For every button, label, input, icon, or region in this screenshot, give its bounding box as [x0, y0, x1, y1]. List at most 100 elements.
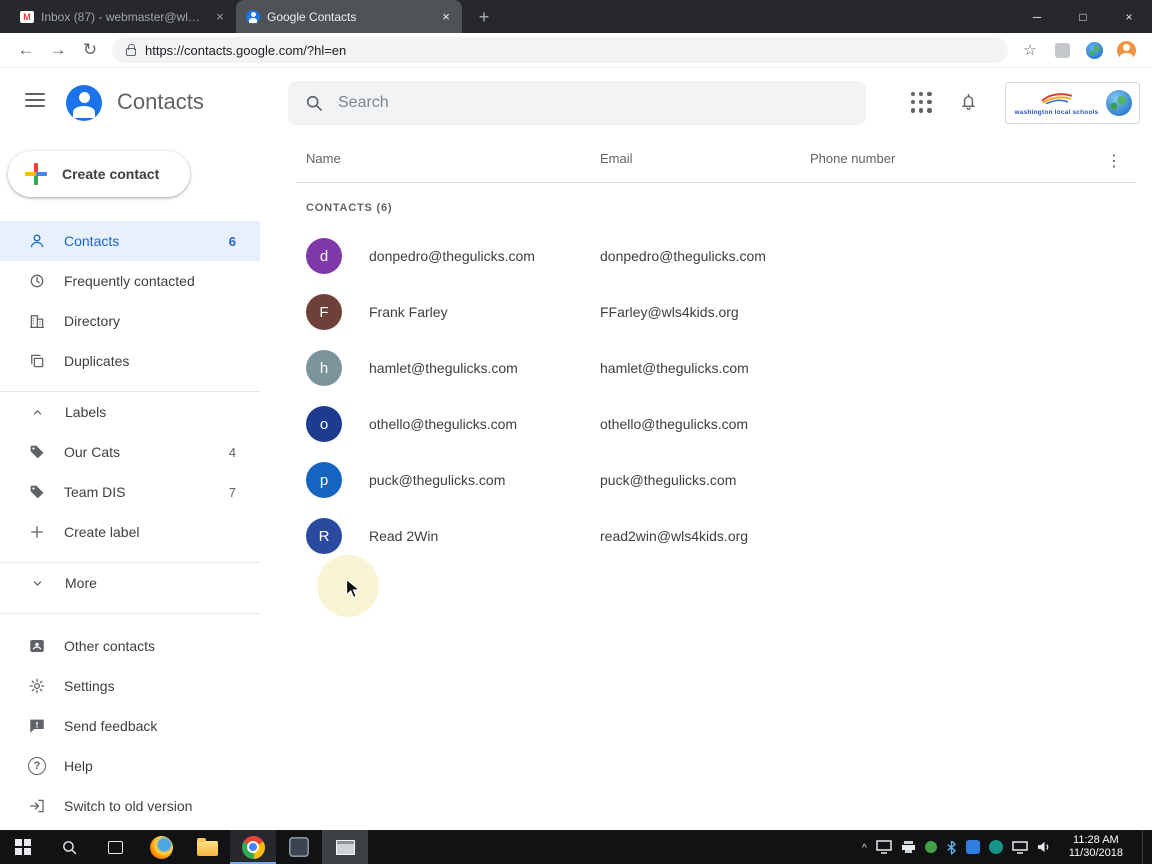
- create-contact-label: Create contact: [62, 166, 159, 182]
- chevron-up-icon: [30, 405, 45, 420]
- tray-app-icon[interactable]: [989, 840, 1003, 854]
- taskbar-file-explorer[interactable]: [184, 830, 230, 864]
- sidebar-item-label: Frequently contacted: [64, 273, 218, 289]
- folder-icon: [197, 841, 218, 856]
- sidebar-label-team-dis[interactable]: Team DIS 7: [0, 472, 260, 512]
- label-tag-icon: [28, 483, 46, 501]
- gmail-icon: M: [20, 11, 34, 23]
- back-icon[interactable]: ←: [12, 36, 40, 64]
- taskbar-chrome[interactable]: [230, 830, 276, 864]
- window-close-button[interactable]: ×: [1106, 0, 1152, 33]
- labels-header-label: Labels: [65, 404, 236, 420]
- search-bar[interactable]: [288, 81, 866, 125]
- contact-row[interactable]: RRead 2Win read2win@wls4kids.org: [260, 508, 1152, 564]
- sidebar-more[interactable]: More: [0, 563, 260, 603]
- taskbar-active-window[interactable]: [322, 830, 368, 864]
- contact-email: hamlet@thegulicks.com: [600, 360, 810, 376]
- address-bar[interactable]: [112, 37, 1008, 63]
- clock-time: 11:28 AM: [1069, 834, 1123, 847]
- bluetooth-icon[interactable]: [946, 840, 957, 855]
- sidebar-item-directory[interactable]: Directory: [0, 301, 260, 341]
- extension-box-icon: [1055, 43, 1070, 58]
- volume-icon[interactable]: [1037, 840, 1052, 854]
- sidebar-item-duplicates[interactable]: Duplicates: [0, 341, 260, 381]
- google-apps-grid-icon[interactable]: [911, 92, 932, 113]
- chevron-down-icon: [30, 576, 45, 591]
- contact-avatar[interactable]: p: [306, 462, 342, 498]
- sidebar-item-label: Create label: [64, 524, 236, 540]
- printer-icon[interactable]: [901, 840, 916, 854]
- sidebar-item-frequently-contacted[interactable]: Frequently contacted: [0, 261, 260, 301]
- sidebar-item-count: 6: [229, 234, 236, 249]
- org-globe-icon: [1106, 90, 1132, 116]
- sidebar-item-send-feedback[interactable]: Send feedback: [0, 706, 260, 746]
- taskbar-app[interactable]: [276, 830, 322, 864]
- contacts-logo-icon[interactable]: [66, 85, 102, 121]
- https-lock-icon[interactable]: [126, 48, 136, 56]
- contacts-list: Name Email Phone number ⋮ CONTACTS (6) d…: [260, 137, 1152, 830]
- chat-app-icon[interactable]: [966, 840, 980, 854]
- sidebar-item-settings[interactable]: Settings: [0, 666, 260, 706]
- contact-name: Frank Farley: [369, 304, 448, 320]
- contact-avatar[interactable]: F: [306, 294, 342, 330]
- taskbar-search-button[interactable]: [46, 830, 92, 864]
- task-view-button[interactable]: [92, 830, 138, 864]
- start-button[interactable]: [0, 830, 46, 864]
- contact-avatar[interactable]: d: [306, 238, 342, 274]
- sidebar-item-switch-old-version[interactable]: Switch to old version: [0, 786, 260, 826]
- bookmark-star-icon[interactable]: ☆: [1016, 36, 1044, 64]
- contact-avatar[interactable]: R: [306, 518, 342, 554]
- forward-icon[interactable]: →: [44, 36, 72, 64]
- sidebar-labels-header[interactable]: Labels: [0, 392, 260, 432]
- exit-arrow-icon: [28, 797, 46, 815]
- taskbar-clock[interactable]: 11:28 AM 11/30/2018: [1061, 834, 1133, 860]
- notifications-bell-icon[interactable]: [958, 91, 979, 117]
- extension-icon[interactable]: [1048, 36, 1076, 64]
- sidebar-item-other-contacts[interactable]: Other contacts: [0, 626, 260, 666]
- sidebar-item-label: Settings: [64, 678, 236, 694]
- contact-name: puck@thegulicks.com: [369, 472, 505, 488]
- tab-gmail[interactable]: M Inbox (87) - webmaster@wls4kid ×: [10, 0, 236, 33]
- reload-icon[interactable]: ↻: [76, 36, 104, 64]
- contact-row[interactable]: FFrank Farley FFarley@wls4kids.org: [260, 284, 1152, 340]
- contacts-favicon: [246, 10, 260, 24]
- globe-icon: [1086, 42, 1103, 59]
- window-controls: ─ □ ×: [1014, 0, 1152, 33]
- globe-extension-icon[interactable]: [1080, 36, 1108, 64]
- taskbar-firefox[interactable]: [138, 830, 184, 864]
- contact-email: puck@thegulicks.com: [600, 472, 810, 488]
- sidebar-item-contacts[interactable]: Contacts 6: [0, 221, 260, 261]
- window-maximize-button[interactable]: □: [1060, 0, 1106, 33]
- browser-profile-avatar[interactable]: [1112, 36, 1140, 64]
- hidden-icons-chevron[interactable]: ^: [862, 843, 867, 854]
- plus-icon: [28, 523, 46, 541]
- contact-avatar[interactable]: o: [306, 406, 342, 442]
- sidebar-label-our-cats[interactable]: Our Cats 4: [0, 432, 260, 472]
- main-menu-icon[interactable]: [25, 93, 45, 111]
- contact-row[interactable]: hhamlet@thegulicks.com hamlet@thegulicks…: [260, 340, 1152, 396]
- antivirus-icon[interactable]: [925, 841, 937, 853]
- url-input[interactable]: [145, 43, 994, 58]
- new-tab-button[interactable]: +: [470, 3, 498, 31]
- sidebar-item-help[interactable]: ? Help: [0, 746, 260, 786]
- show-desktop-button[interactable]: [1142, 830, 1148, 864]
- display-icon[interactable]: [876, 840, 892, 854]
- chrome-icon: [242, 836, 265, 859]
- contact-row[interactable]: p puck@thegulicks.com puck@thegulicks.com: [260, 452, 1152, 508]
- contact-row[interactable]: ddonpedro@thegulicks.com donpedro@thegul…: [260, 228, 1152, 284]
- contact-avatar[interactable]: h: [306, 350, 342, 386]
- system-tray: ^ 11:28 AM 11/30/2018: [862, 830, 1152, 864]
- window-minimize-button[interactable]: ─: [1014, 0, 1060, 33]
- tab-close-icon[interactable]: ×: [212, 9, 228, 25]
- search-input[interactable]: [338, 94, 850, 112]
- create-contact-button[interactable]: Create contact: [8, 151, 190, 197]
- sidebar-create-label[interactable]: Create label: [0, 512, 260, 552]
- network-icon[interactable]: [1012, 841, 1028, 854]
- sidebar-item-label: Duplicates: [64, 353, 218, 369]
- contact-row[interactable]: oothello@thegulicks.com othello@thegulic…: [260, 396, 1152, 452]
- overflow-menu-icon[interactable]: ⋮: [1106, 151, 1122, 171]
- tab-close-icon[interactable]: ×: [438, 9, 454, 25]
- tab-google-contacts[interactable]: Google Contacts ×: [236, 0, 462, 33]
- sidebar-item-count: 7: [229, 485, 236, 500]
- windows-logo-icon: [15, 839, 31, 855]
